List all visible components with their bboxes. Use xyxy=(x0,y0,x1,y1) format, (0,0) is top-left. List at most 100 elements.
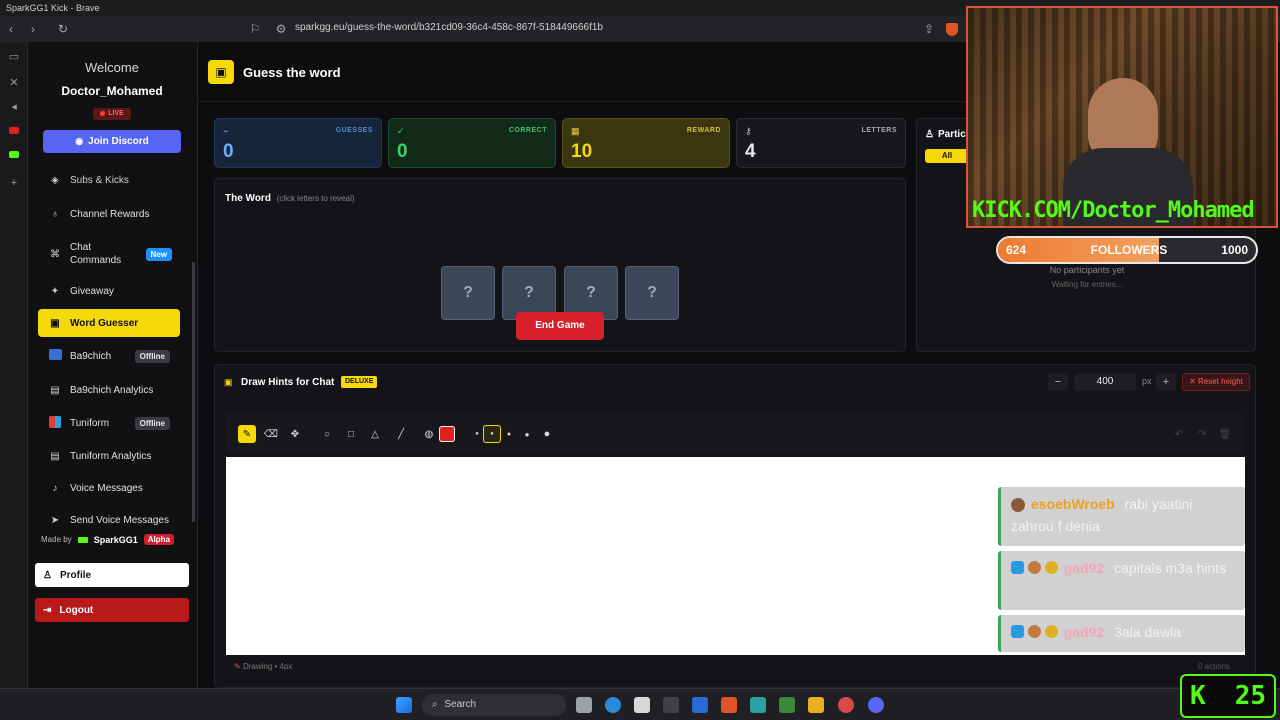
made-by-row: Made by SparkGG1 Alpha xyxy=(41,534,174,545)
subscriber-badge-icon xyxy=(1044,625,1058,639)
share-icon[interactable]: ⇪ xyxy=(918,22,940,36)
gamepad-icon: ▣ xyxy=(50,317,60,329)
line-icon[interactable]: ╱ xyxy=(392,425,410,443)
letter-tile-4[interactable]: ? xyxy=(625,266,679,320)
triangle-icon[interactable]: △ xyxy=(366,425,384,443)
terminal-icon[interactable] xyxy=(663,697,679,713)
sidebar-item-giveaway[interactable]: ✦ Giveaway xyxy=(38,277,180,305)
logout-icon: ⇥ xyxy=(43,604,52,616)
sidebar-item-tuniform-analytics[interactable]: ▤ Tuniform Analytics xyxy=(38,442,180,470)
site-settings-icon[interactable]: ⚙ xyxy=(270,22,292,36)
kick-channel-text: KICK.COM/Doctor_Mohamed xyxy=(972,198,1255,223)
add-tab-icon[interactable]: + xyxy=(7,176,21,190)
taskbar-search[interactable]: ⌕ Search xyxy=(422,694,566,716)
letter-tile-1[interactable]: ? xyxy=(441,266,495,320)
redo-icon[interactable]: ↷ xyxy=(1193,425,1211,443)
chat-message: gad92 capitals m3a hints xyxy=(998,551,1245,610)
file-explorer-icon[interactable] xyxy=(576,697,592,713)
windows-start-icon[interactable] xyxy=(396,697,412,713)
kick-channel-overlay: KICK.COM/Doctor_Mohamed xyxy=(972,198,1255,223)
offline-badge: Offline xyxy=(134,416,170,430)
chat-username: gad92 xyxy=(1063,624,1105,640)
stat-reward-label: REWARD xyxy=(686,127,721,134)
kick-logo-icon: K xyxy=(1190,681,1206,711)
join-discord-button[interactable]: ◉ Join Discord xyxy=(43,130,181,153)
sidebar-item-voice-messages[interactable]: ♪ Voice Messages xyxy=(38,474,180,502)
sidebar-item-subs-kicks[interactable]: ◈ Subs & Kicks xyxy=(38,166,180,194)
chrome-icon[interactable] xyxy=(838,697,854,713)
app-icon[interactable] xyxy=(750,697,766,713)
folder-icon[interactable] xyxy=(808,697,824,713)
brave-shield-icon[interactable] xyxy=(946,23,958,36)
sidebar-item-ba9chich[interactable]: Ba9chich Offline xyxy=(38,342,180,370)
made-by-label: Made by xyxy=(41,535,72,544)
address-bar[interactable]: sparkgg.eu/guess-the-word/b321cd09-36c4-… xyxy=(295,22,603,33)
sidebar-item-channel-rewards[interactable]: ♁ Channel Rewards xyxy=(38,200,180,228)
move-icon[interactable]: ✥ xyxy=(286,425,304,443)
decrease-height-button[interactable]: − xyxy=(1048,373,1068,391)
verified-badge-icon xyxy=(1011,625,1024,639)
increase-height-button[interactable]: + xyxy=(1156,373,1176,391)
kick-tab-icon[interactable] xyxy=(7,148,21,162)
sidebar-item-label: Channel Rewards xyxy=(70,208,150,220)
waiting-label: Waiting for entries... xyxy=(1051,280,1123,289)
sidebar-scrollbar[interactable] xyxy=(192,262,195,522)
back-icon[interactable]: ‹ xyxy=(0,22,22,36)
chat-username: esoebWroeb xyxy=(1031,496,1115,512)
bookmark-icon[interactable]: ⚐ xyxy=(244,22,266,36)
forward-icon[interactable]: › xyxy=(22,22,44,36)
brush-size-m[interactable]: ● xyxy=(500,425,518,443)
reset-height-button[interactable]: ✕ Reset height xyxy=(1182,373,1250,391)
chat-message: esoebWroeb rabi yaatini zahrou f denia xyxy=(998,487,1245,546)
square-icon[interactable]: □ xyxy=(342,425,360,443)
kick-counter-value: 25 xyxy=(1234,681,1266,711)
discord-icon[interactable] xyxy=(868,697,884,713)
followers-goal: 1000 xyxy=(1221,243,1248,257)
kick-counter-overlay: K 25 xyxy=(1180,674,1276,718)
sidebar-item-send-voice-messages[interactable]: ➤ Send Voice Messages xyxy=(38,506,180,534)
brave-icon[interactable] xyxy=(721,697,737,713)
height-input[interactable]: 400 xyxy=(1074,373,1136,391)
stat-correct: ✓ CORRECT 0 xyxy=(388,118,556,168)
alpha-badge: Alpha xyxy=(143,534,174,545)
sidebar-item-label: Ba9chich Analytics xyxy=(70,384,154,396)
user-icon: ♙ xyxy=(43,569,52,581)
trash-icon[interactable]: 🗑 xyxy=(1216,425,1234,443)
brush-size-l[interactable]: ● xyxy=(518,425,536,443)
pycharm-icon[interactable] xyxy=(779,697,795,713)
sidebar-item-label: Chat Commands xyxy=(70,242,122,266)
stat-letters-value: 4 xyxy=(745,141,756,162)
sidebar-item-word-guesser[interactable]: ▣ Word Guesser xyxy=(38,309,180,337)
brush-size-xl[interactable]: ● xyxy=(538,425,556,443)
profile-button[interactable]: ♙ Profile xyxy=(35,563,189,587)
circle-icon[interactable]: ○ xyxy=(318,425,336,443)
chat-message: gad92 3ala dawla xyxy=(998,615,1245,652)
sidebar-item-label: Word Guesser xyxy=(70,317,139,329)
reload-icon[interactable]: ↻ xyxy=(52,22,74,36)
audio-icon[interactable]: ◂ xyxy=(7,100,21,114)
calendar-icon[interactable] xyxy=(634,697,650,713)
logout-button[interactable]: ⇥ Logout xyxy=(35,598,189,622)
users-icon: ♙ xyxy=(925,129,934,140)
end-game-button[interactable]: End Game xyxy=(516,312,604,340)
filter-all-tab[interactable]: All xyxy=(925,149,969,163)
outlook-icon[interactable] xyxy=(692,697,708,713)
chat-text: 3ala dawla xyxy=(1114,624,1182,640)
check-circle-icon: ✓ xyxy=(397,126,405,136)
muted-icon[interactable]: ✕ xyxy=(7,76,21,90)
sidebar-toggle-icon[interactable]: ▭ xyxy=(7,50,21,64)
palette-icon[interactable]: ◍ xyxy=(420,425,438,443)
brush-size-s[interactable]: ● xyxy=(483,425,501,443)
eraser-icon[interactable]: ⌫ xyxy=(262,425,280,443)
youtube-icon[interactable] xyxy=(7,124,21,138)
color-swatch[interactable] xyxy=(439,426,455,442)
edge-icon[interactable] xyxy=(605,697,621,713)
undo-icon[interactable]: ↶ xyxy=(1170,425,1188,443)
pencil-icon[interactable]: ✎ xyxy=(238,425,256,443)
sidebar-item-chat-commands[interactable]: ⌘ Chat Commands New xyxy=(38,238,180,270)
stat-guesses-value: 0 xyxy=(223,141,234,162)
window-title: SparkGG1 Kick - Brave xyxy=(6,3,100,13)
sidebar-item-tuniform[interactable]: Tuniform Offline xyxy=(38,409,180,437)
sidebar-item-ba9chich-analytics[interactable]: ▤ Ba9chich Analytics xyxy=(38,376,180,404)
stat-letters-label: LETTERS xyxy=(861,127,897,134)
